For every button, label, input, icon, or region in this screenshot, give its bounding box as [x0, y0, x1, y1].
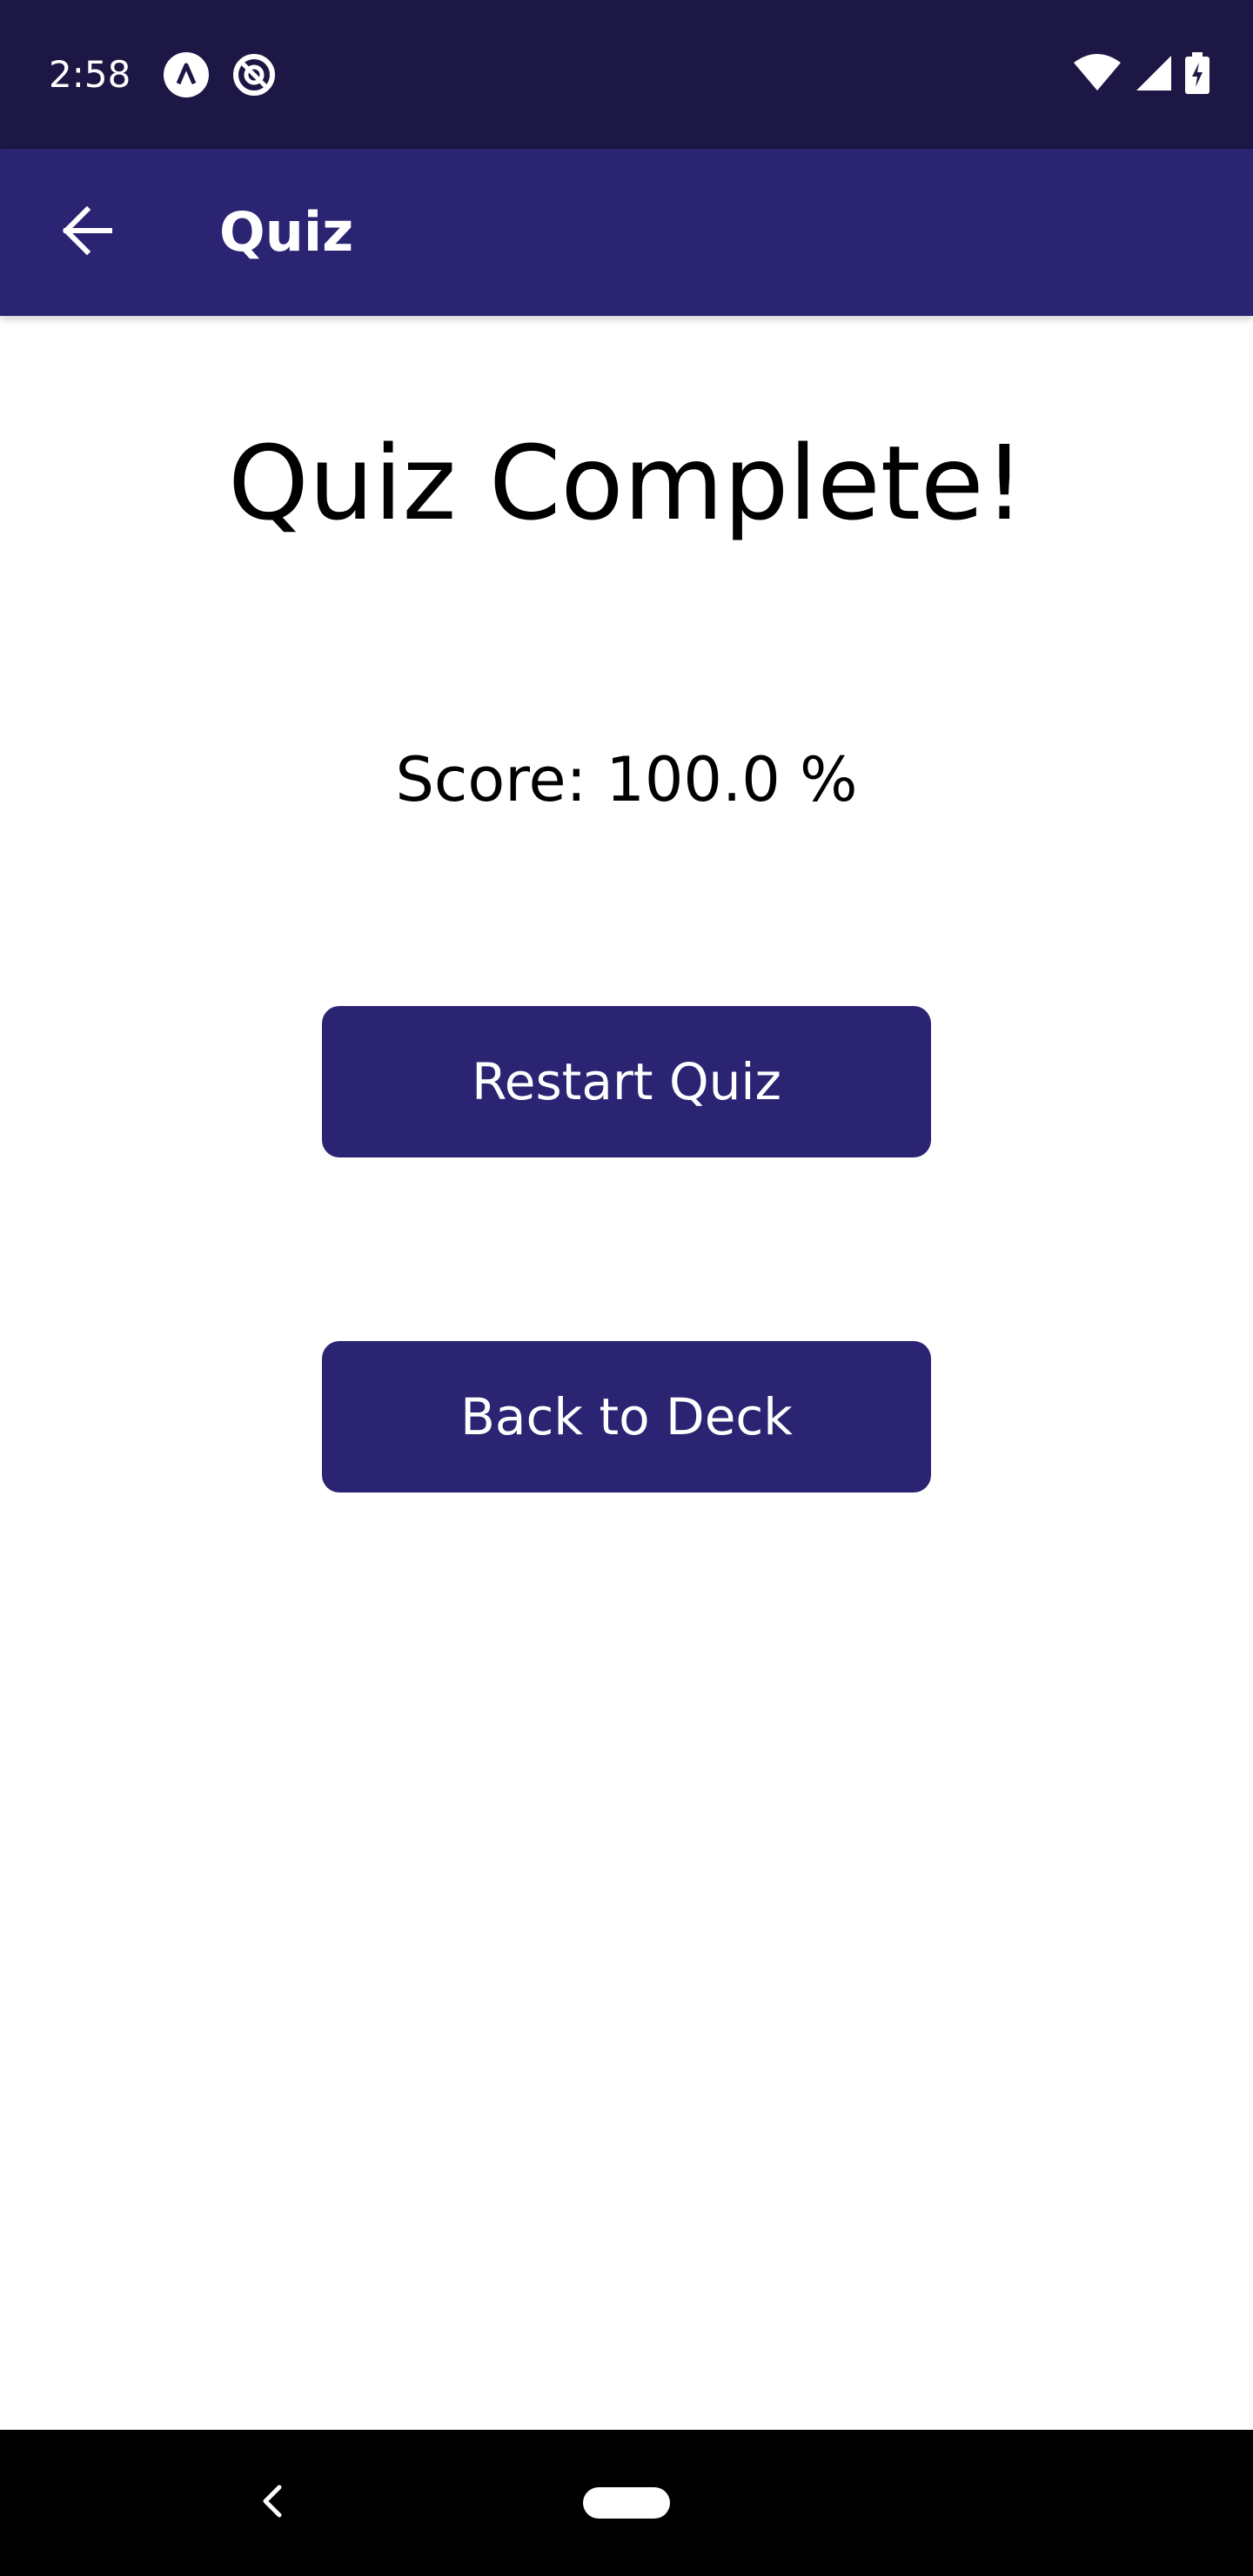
chevron-left-icon: [258, 2482, 285, 2524]
app-bar: Quiz: [0, 149, 1253, 316]
score-text: Score: 100.0 %: [395, 744, 858, 815]
quiz-complete-screen: 2:58 Quiz Quiz Complete! Score: 100.0 % …: [0, 0, 1253, 2576]
restart-quiz-button[interactable]: Restart Quiz: [322, 1006, 931, 1157]
wifi-icon: [1072, 54, 1122, 96]
signal-icon: [1135, 54, 1173, 96]
quiz-complete-heading: Quiz Complete!: [228, 423, 1025, 543]
status-bar: 2:58: [0, 0, 1253, 149]
home-pill-icon[interactable]: [583, 2487, 670, 2519]
back-to-deck-button[interactable]: Back to Deck: [322, 1341, 931, 1493]
arrow-left-icon: [59, 203, 115, 262]
app-notification-icon: [164, 52, 209, 97]
system-navigation-bar: [0, 2430, 1253, 2576]
battery-charging-icon: [1185, 52, 1209, 97]
page-title: Quiz: [219, 200, 354, 264]
back-button[interactable]: [44, 189, 131, 276]
no-disturb-icon: [231, 52, 277, 97]
nav-back-button[interactable]: [245, 2468, 298, 2538]
status-time: 2:58: [49, 53, 131, 96]
status-icons-right: [1072, 52, 1209, 97]
